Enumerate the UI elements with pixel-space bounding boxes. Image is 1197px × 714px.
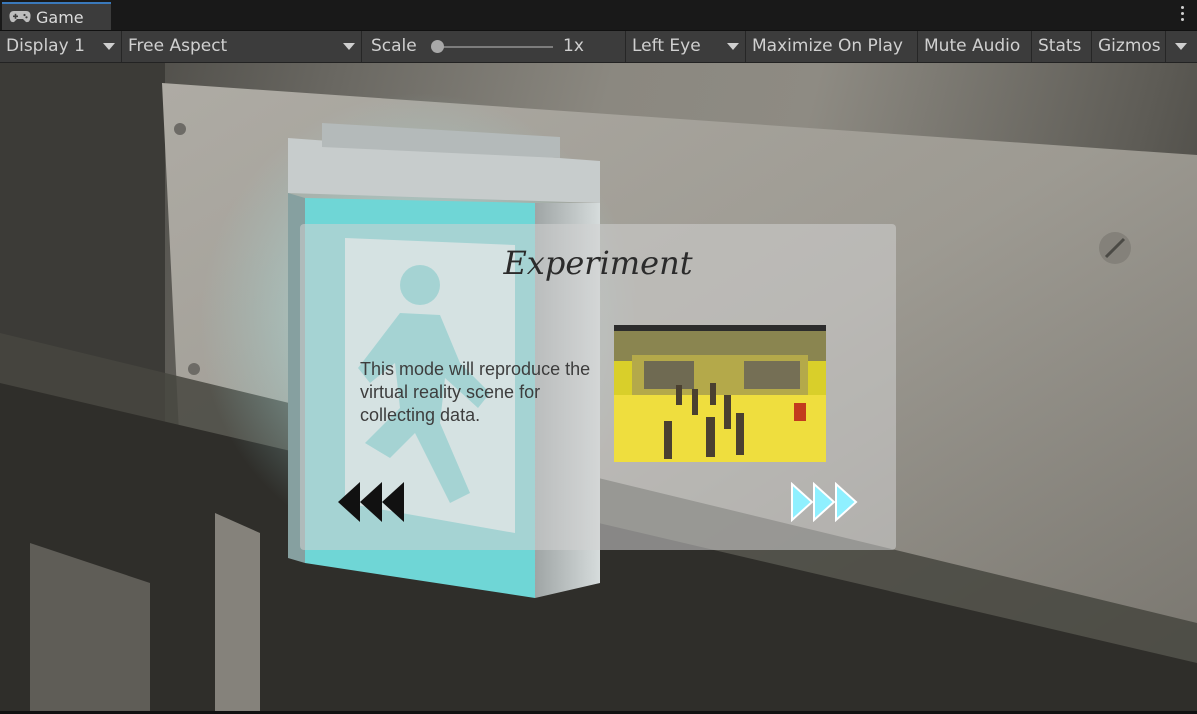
game-toolbar: Display 1 Free Aspect Scale 1x Left Eye … xyxy=(0,31,1197,63)
eye-label: Left Eye xyxy=(632,36,701,56)
gizmos-toggle[interactable]: Gizmos xyxy=(1092,31,1166,62)
stats-toggle[interactable]: Stats xyxy=(1032,31,1092,62)
scene-preview-image xyxy=(614,325,826,462)
more-options-icon[interactable] xyxy=(1179,6,1185,24)
aspect-label: Free Aspect xyxy=(128,36,228,56)
maximize-on-play-toggle[interactable]: Maximize On Play xyxy=(746,31,918,62)
gamepad-icon xyxy=(9,11,31,23)
chevron-down-icon xyxy=(103,43,115,50)
panel-description: This mode will reproduce the virtual rea… xyxy=(360,359,591,425)
maximize-label: Maximize On Play xyxy=(752,36,903,56)
gizmos-label: Gizmos xyxy=(1098,36,1161,56)
tab-game[interactable]: Game xyxy=(2,2,111,30)
tab-game-label: Game xyxy=(36,8,84,27)
chevron-down-icon xyxy=(1175,43,1187,50)
scale-slider-track[interactable] xyxy=(440,46,553,48)
scale-slider-thumb[interactable] xyxy=(431,40,444,53)
mute-audio-toggle[interactable]: Mute Audio xyxy=(918,31,1032,62)
mute-label: Mute Audio xyxy=(924,36,1021,56)
chevron-down-icon xyxy=(727,43,739,50)
display-dropdown[interactable]: Display 1 xyxy=(0,31,122,62)
rewind-icon[interactable] xyxy=(338,482,406,522)
mode-panel: Experiment This mode will reproduce the … xyxy=(300,224,896,550)
eye-dropdown[interactable]: Left Eye xyxy=(626,31,746,62)
panel-title: Experiment xyxy=(503,244,693,282)
chevron-down-icon xyxy=(343,43,355,50)
game-view[interactable]: Experiment This mode will reproduce the … xyxy=(0,63,1197,711)
aspect-dropdown[interactable]: Free Aspect xyxy=(122,31,362,62)
stats-label: Stats xyxy=(1038,36,1082,56)
fast-forward-icon[interactable] xyxy=(790,482,860,522)
scale-value: 1x xyxy=(563,36,584,56)
tab-bar: Game xyxy=(0,0,1197,31)
display-label: Display 1 xyxy=(6,36,85,56)
scale-label: Scale xyxy=(371,36,417,56)
gizmos-dropdown[interactable] xyxy=(1166,31,1197,62)
